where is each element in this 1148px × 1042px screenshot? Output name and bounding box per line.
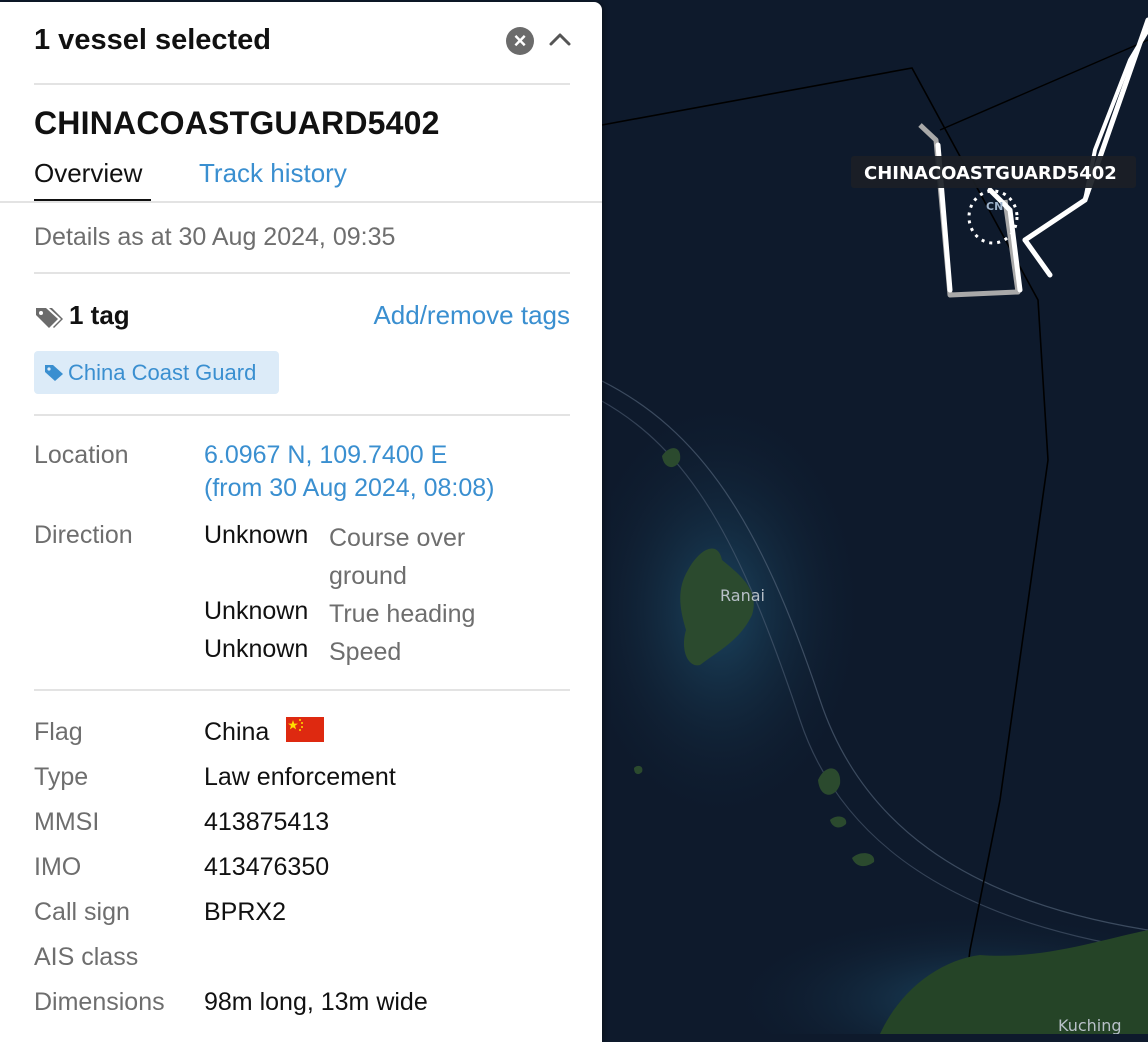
mmsi-label: MMSI <box>34 808 100 836</box>
mmsi-value: 413875413 <box>204 808 330 836</box>
details-timestamp: Details as at 30 Aug 2024, 09:35 <box>34 223 396 251</box>
heading-label: True heading <box>329 600 476 628</box>
tab-overview[interactable]: Overview <box>34 158 142 189</box>
flag-label: Flag <box>34 718 83 746</box>
china-flag-icon <box>286 717 324 742</box>
divider <box>34 414 570 416</box>
selection-header: 1 vessel selected <box>34 24 272 56</box>
location-coords-link[interactable]: 6.0967 N, 109.7400 E <box>204 441 447 470</box>
direction-label: Direction <box>34 521 133 549</box>
course-label-cont: ground <box>329 562 407 590</box>
tag-chip[interactable]: China Coast Guard <box>34 351 279 394</box>
speed-value: Unknown <box>204 635 309 663</box>
imo-label: IMO <box>34 853 82 881</box>
vessel-details-panel: 1 vessel selected × CHINACOASTGUARD5402 … <box>0 2 602 1042</box>
chevron-up-icon[interactable] <box>548 28 572 52</box>
tag-icon <box>45 365 63 381</box>
divider <box>34 272 570 274</box>
location-timestamp[interactable]: (from 30 Aug 2024, 08:08) <box>204 474 494 503</box>
location-label: Location <box>34 441 129 469</box>
tab-track-history[interactable]: Track history <box>199 158 347 189</box>
vessel-map-label[interactable]: CHINACOASTGUARD5402 <box>864 163 1117 184</box>
tag-count: 1 tag <box>69 300 130 330</box>
tabs-divider <box>0 201 602 203</box>
speed-label: Speed <box>329 638 402 666</box>
heading-value: Unknown <box>204 597 309 625</box>
course-label: Course over <box>329 524 466 552</box>
divider <box>34 83 570 85</box>
flag-value: China <box>204 718 270 746</box>
dimensions-value: 98m long, 13m wide <box>204 988 428 1016</box>
type-label: Type <box>34 763 89 791</box>
type-value: Law enforcement <box>204 763 396 791</box>
add-remove-tags-link[interactable]: Add/remove tags <box>373 300 570 331</box>
tag-chip-label: China Coast Guard <box>68 360 257 385</box>
imo-value: 413476350 <box>204 853 330 881</box>
close-icon[interactable]: × <box>506 27 534 55</box>
vessel-marker[interactable]: CN <box>986 200 1003 213</box>
island-label: Ranai <box>720 586 765 605</box>
callsign-label: Call sign <box>34 898 130 926</box>
vessel-name: CHINACOASTGUARD5402 <box>34 105 440 141</box>
callsign-value: BPRX2 <box>204 898 286 926</box>
course-value: Unknown <box>204 521 309 549</box>
city-label: Kuching <box>1058 1016 1122 1034</box>
divider <box>34 689 570 691</box>
tags-icon <box>36 308 63 328</box>
dimensions-label: Dimensions <box>34 988 165 1016</box>
ais-class-label: AIS class <box>34 943 139 971</box>
